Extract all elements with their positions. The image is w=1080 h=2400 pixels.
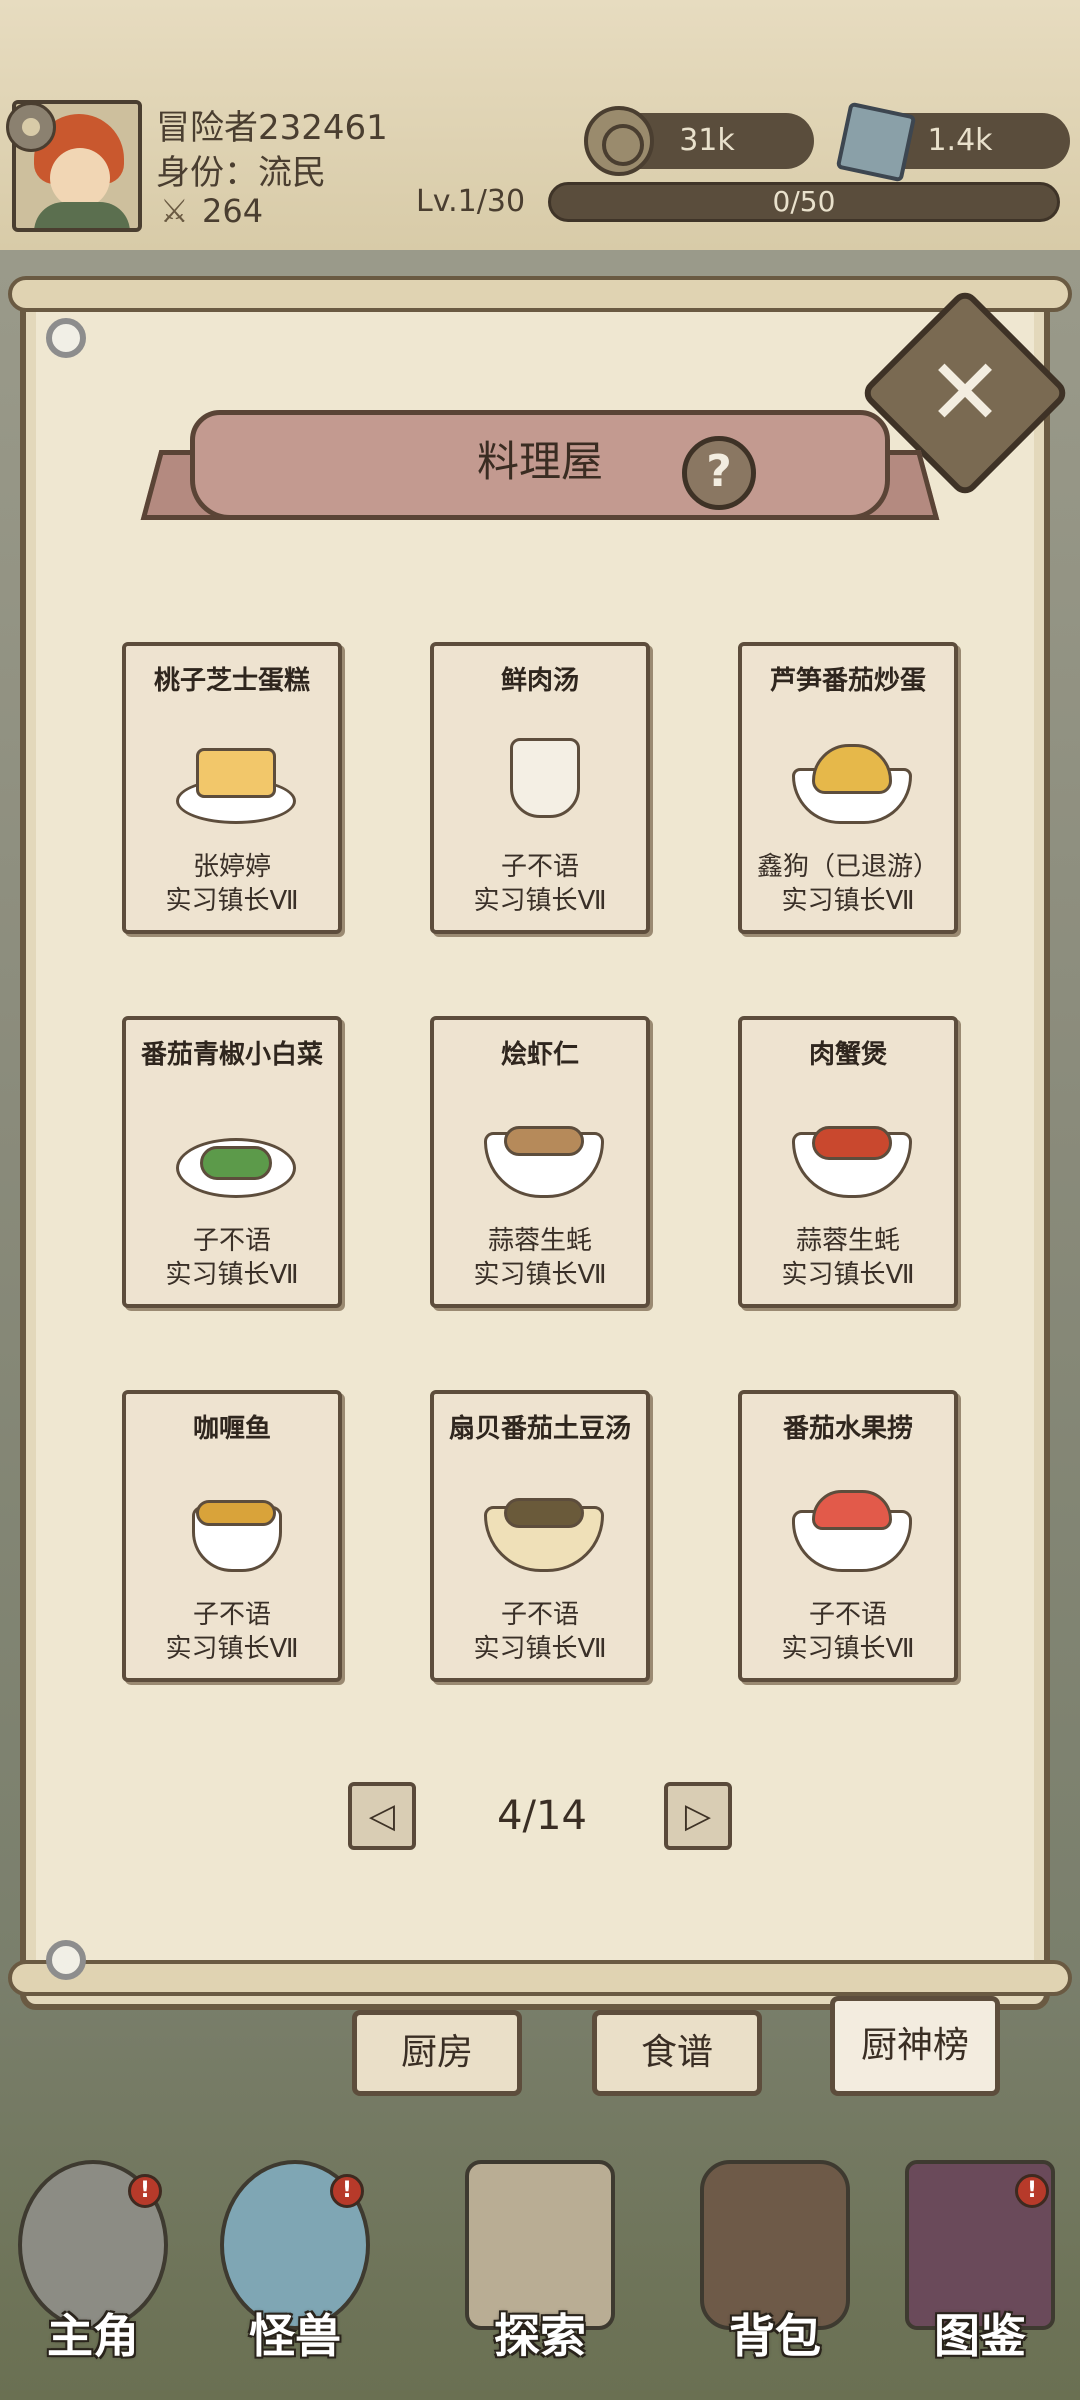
nav-label: 探索 bbox=[494, 2309, 586, 2363]
close-icon: ✕ bbox=[926, 339, 1004, 446]
cake-icon bbox=[176, 728, 296, 828]
ring-icon bbox=[46, 1940, 86, 1980]
nav-label: 背包 bbox=[729, 2309, 821, 2363]
food bbox=[504, 1126, 584, 1156]
recipe-card[interactable]: 鲜肉汤 子不语 实习镇长Ⅶ bbox=[430, 642, 650, 934]
nav-label: 图鉴 bbox=[934, 2309, 1026, 2363]
nav-label: 主角 bbox=[47, 2309, 139, 2363]
food bbox=[196, 1500, 276, 1526]
author-rank: 实习镇长Ⅶ bbox=[781, 1260, 915, 1290]
food bbox=[812, 744, 892, 794]
recipe-card[interactable]: 番茄青椒小白菜 子不语 实习镇长Ⅶ bbox=[122, 1016, 342, 1308]
recipe-author: 子不语 bbox=[192, 1600, 271, 1630]
recipe-author: 子不语 bbox=[500, 1600, 579, 1630]
shrimp-bowl-icon bbox=[484, 1102, 604, 1202]
player-name: 冒险者232461 bbox=[156, 108, 388, 148]
nav-backpack[interactable]: 背包 bbox=[690, 2150, 860, 2390]
recipe-name: 桃子芝士蛋糕 bbox=[153, 666, 310, 696]
power-value: 264 bbox=[202, 192, 264, 230]
food bbox=[812, 1490, 892, 1530]
author-rank: 实习镇长Ⅶ bbox=[781, 1634, 915, 1664]
nav-codex[interactable]: ! 图鉴 bbox=[895, 2150, 1065, 2390]
notification-badge: ! bbox=[330, 2174, 364, 2208]
recipe-card[interactable]: 烩虾仁 蒜蓉生蚝 实习镇长Ⅶ bbox=[430, 1016, 650, 1308]
recipe-author: 蒜蓉生蚝 bbox=[795, 1226, 900, 1256]
recipe-name: 鲜肉汤 bbox=[500, 666, 579, 696]
recipe-name: 番茄青椒小白菜 bbox=[140, 1040, 323, 1070]
avatar-body bbox=[34, 202, 130, 228]
recipe-card[interactable]: 番茄水果捞 子不语 实习镇长Ⅶ bbox=[738, 1390, 958, 1682]
recipe-card[interactable]: 咖喱鱼 子不语 实习镇长Ⅶ bbox=[122, 1390, 342, 1682]
salad-bowl-icon bbox=[792, 728, 912, 828]
notification-badge: ! bbox=[128, 2174, 162, 2208]
recipe-author: 蒜蓉生蚝 bbox=[487, 1226, 592, 1256]
nav-label: 怪兽 bbox=[249, 2309, 341, 2363]
recipe-card[interactable]: 扇贝番茄土豆汤 子不语 实习镇长Ⅶ bbox=[430, 1390, 650, 1682]
food bbox=[196, 748, 276, 798]
food bbox=[812, 1126, 892, 1160]
ring-icon bbox=[46, 318, 86, 358]
tab-kitchen[interactable]: 厨房 bbox=[352, 2010, 522, 2096]
notification-badge: ! bbox=[1015, 2174, 1049, 2208]
coin-icon bbox=[584, 106, 654, 176]
author-rank: 实习镇长Ⅶ bbox=[165, 1634, 299, 1664]
recipe-name: 扇贝番茄土豆汤 bbox=[448, 1414, 631, 1444]
recipe-card[interactable]: 桃子芝士蛋糕 张婷婷 实习镇长Ⅶ bbox=[122, 642, 342, 934]
author-rank: 实习镇长Ⅶ bbox=[473, 1634, 607, 1664]
food bbox=[510, 738, 580, 818]
recipe-author: 子不语 bbox=[192, 1226, 271, 1256]
level-label: Lv.1/30 bbox=[416, 184, 526, 219]
curry-bowl-icon bbox=[176, 1476, 296, 1576]
recipe-author: 张婷婷 bbox=[192, 852, 271, 882]
panel-title: 料理屋 bbox=[476, 437, 603, 486]
recipe-name: 咖喱鱼 bbox=[192, 1414, 271, 1444]
nav-hero[interactable]: ! 主角 bbox=[8, 2150, 178, 2390]
prev-page-button[interactable]: ◁ bbox=[348, 1782, 416, 1850]
recipe-name: 肉蟹煲 bbox=[808, 1040, 887, 1070]
tab-recipes[interactable]: 食谱 bbox=[592, 2010, 762, 2096]
author-rank: 实习镇长Ⅶ bbox=[781, 886, 915, 916]
scallop-soup-icon bbox=[484, 1476, 604, 1576]
author-rank: 实习镇长Ⅶ bbox=[165, 1260, 299, 1290]
recipe-card[interactable]: 芦笋番茄炒蛋 鑫狗（已退游） 实习镇长Ⅶ bbox=[738, 642, 958, 934]
author-rank: 实习镇长Ⅶ bbox=[473, 886, 607, 916]
crab-pot-icon bbox=[792, 1102, 912, 1202]
recipe-author: 子不语 bbox=[500, 852, 579, 882]
help-icon[interactable]: ? bbox=[682, 436, 756, 510]
nav-explore[interactable]: 探索 bbox=[455, 2150, 625, 2390]
food bbox=[504, 1498, 584, 1528]
recipe-name: 番茄水果捞 bbox=[782, 1414, 913, 1444]
tab-chef-ranking[interactable]: 厨神榜 bbox=[830, 1996, 1000, 2096]
recipe-author: 鑫狗（已退游） bbox=[756, 852, 939, 882]
food bbox=[200, 1146, 272, 1180]
scroll-roll-bottom bbox=[8, 1960, 1072, 1996]
scroll-roll-top bbox=[8, 276, 1072, 312]
next-page-button[interactable]: ▷ bbox=[664, 1782, 732, 1850]
page-indicator: 4/14 bbox=[497, 1793, 587, 1839]
player-role: 身份：流民 bbox=[156, 153, 326, 193]
sword-icon: ⚔ bbox=[160, 192, 189, 230]
recipe-name: 芦笋番茄炒蛋 bbox=[769, 666, 926, 696]
triangle-right-icon: ▷ bbox=[684, 1796, 712, 1836]
author-rank: 实习镇长Ⅶ bbox=[473, 1260, 607, 1290]
triangle-left-icon: ◁ bbox=[368, 1796, 396, 1836]
recipe-author: 子不语 bbox=[808, 1600, 887, 1630]
recipe-name: 烩虾仁 bbox=[500, 1040, 579, 1070]
vegetable-plate-icon bbox=[176, 1102, 296, 1202]
gem-icon bbox=[835, 101, 917, 183]
avatar-face bbox=[50, 148, 110, 208]
gear-icon[interactable] bbox=[6, 102, 56, 152]
xp-progress-bar: 0/50 bbox=[548, 182, 1060, 222]
soup-pot-icon bbox=[484, 728, 604, 828]
recipe-card[interactable]: 肉蟹煲 蒜蓉生蚝 实习镇长Ⅶ bbox=[738, 1016, 958, 1308]
author-rank: 实习镇长Ⅶ bbox=[165, 886, 299, 916]
fruit-bowl-icon bbox=[792, 1476, 912, 1576]
nav-monster[interactable]: ! 怪兽 bbox=[210, 2150, 380, 2390]
